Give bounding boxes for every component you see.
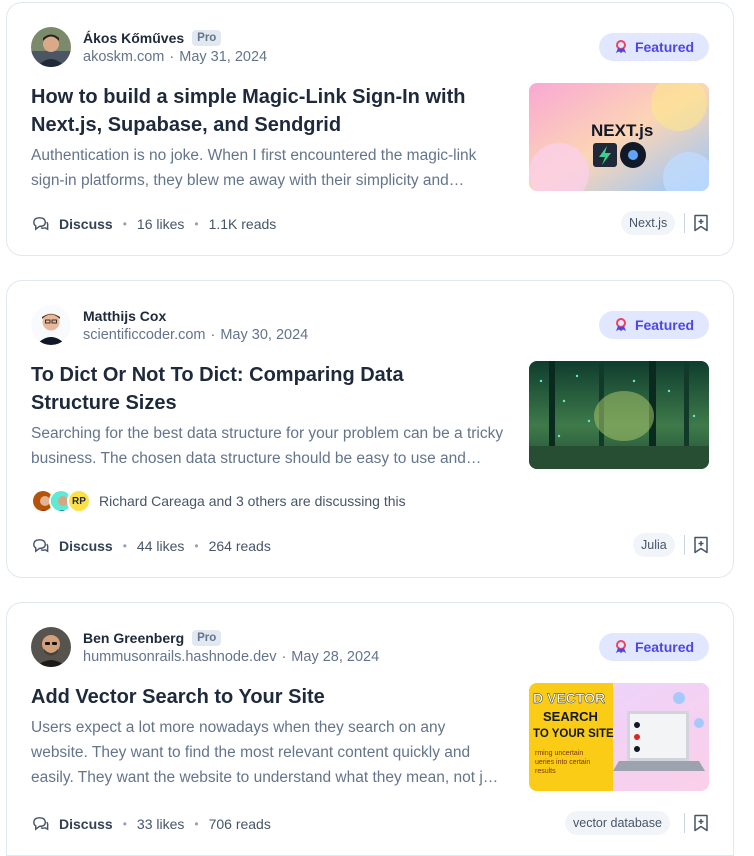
author-name[interactable]: Matthijs Cox bbox=[83, 308, 166, 324]
bookmark-icon[interactable] bbox=[693, 214, 709, 232]
svg-text:results: results bbox=[535, 768, 556, 775]
bookmark-icon[interactable] bbox=[693, 536, 709, 554]
meta-separator: • bbox=[122, 816, 127, 831]
post-card[interactable]: Matthijs Cox scientificcoder.com · May 3… bbox=[6, 280, 734, 578]
svg-text:rming uncertain: rming uncertain bbox=[535, 750, 583, 757]
meta-separator: • bbox=[194, 538, 199, 553]
blog-domain[interactable]: akoskm.com bbox=[83, 49, 164, 65]
discuss-button[interactable]: Discuss bbox=[59, 216, 113, 232]
svg-text:SEARCH: SEARCH bbox=[543, 709, 598, 724]
post-excerpt[interactable]: Searching for the best data structure fo… bbox=[31, 421, 506, 471]
post-card[interactable]: Ákos Kőműves Pro akoskm.com · May 31, 20… bbox=[6, 2, 734, 256]
reads-count: 264 reads bbox=[208, 537, 271, 554]
post-date: May 28, 2024 bbox=[291, 649, 380, 665]
post-cover-image[interactable]: D VECTOR SEARCH TO YOUR SITE rming uncer… bbox=[529, 683, 709, 791]
post-excerpt[interactable]: Authentication is no joke. When I first … bbox=[31, 143, 506, 193]
featured-icon bbox=[615, 640, 626, 653]
post-tag[interactable]: Julia bbox=[633, 533, 675, 557]
author-avatar[interactable] bbox=[31, 305, 71, 345]
meta-separator: • bbox=[194, 816, 199, 831]
discussing-text[interactable]: Richard Careaga and 3 others are discuss… bbox=[99, 493, 406, 509]
reads-count: 1.1K reads bbox=[208, 215, 277, 232]
featured-icon bbox=[615, 40, 626, 53]
likes-count[interactable]: 44 likes bbox=[137, 538, 184, 554]
likes-count[interactable]: 16 likes bbox=[137, 216, 184, 232]
svg-text:ueries into certain: ueries into certain bbox=[535, 759, 590, 766]
author-avatar[interactable] bbox=[31, 27, 71, 67]
featured-badge[interactable]: Featured bbox=[599, 33, 709, 61]
divider bbox=[684, 535, 685, 555]
discuss-icon bbox=[33, 817, 49, 831]
pro-badge: Pro bbox=[192, 630, 222, 646]
post-title[interactable]: To Dict Or Not To Dict: Comparing Data S… bbox=[31, 361, 491, 417]
svg-text:TO YOUR SITE: TO YOUR SITE bbox=[533, 728, 614, 740]
pro-badge: Pro bbox=[192, 30, 222, 46]
divider bbox=[684, 813, 685, 833]
discuss-icon bbox=[33, 217, 49, 231]
meta-separator: • bbox=[194, 216, 199, 231]
post-tag[interactable]: Next.js bbox=[621, 211, 676, 235]
discuss-icon bbox=[33, 539, 49, 553]
post-cover-image[interactable]: NEXT.js bbox=[529, 83, 709, 191]
likes-count[interactable]: 33 likes bbox=[137, 816, 184, 832]
discuss-button[interactable]: Discuss bbox=[59, 538, 113, 554]
meta-separator: · bbox=[210, 327, 216, 343]
post-title[interactable]: Add Vector Search to Your Site bbox=[31, 683, 491, 711]
featured-label: Featured bbox=[634, 317, 695, 333]
blog-domain[interactable]: scientificcoder.com bbox=[83, 327, 206, 343]
blog-domain[interactable]: hummusonrails.hashnode.dev bbox=[83, 649, 276, 665]
meta-separator: · bbox=[281, 649, 287, 665]
post-date: May 30, 2024 bbox=[220, 327, 309, 343]
discuss-button[interactable]: Discuss bbox=[59, 816, 113, 832]
bookmark-icon[interactable] bbox=[693, 814, 709, 832]
meta-separator: • bbox=[122, 216, 127, 231]
author-avatar[interactable] bbox=[31, 627, 71, 667]
post-cover-image[interactable] bbox=[529, 361, 709, 469]
featured-icon bbox=[615, 318, 626, 331]
post-card[interactable]: Ben Greenberg Pro hummusonrails.hashnode… bbox=[6, 602, 734, 856]
featured-label: Featured bbox=[634, 639, 695, 655]
featured-badge[interactable]: Featured bbox=[599, 633, 709, 661]
svg-text:D VECTOR: D VECTOR bbox=[533, 690, 605, 706]
divider bbox=[684, 213, 685, 233]
featured-badge[interactable]: Featured bbox=[599, 311, 709, 339]
post-date: May 31, 2024 bbox=[179, 49, 268, 65]
featured-label: Featured bbox=[634, 39, 695, 55]
thumb-text: NEXT.js bbox=[591, 121, 653, 140]
author-name[interactable]: Ben Greenberg bbox=[83, 630, 184, 646]
post-tag[interactable]: vector database bbox=[565, 811, 670, 835]
post-title[interactable]: How to build a simple Magic-Link Sign-In… bbox=[31, 83, 491, 139]
post-excerpt[interactable]: Users expect a lot more nowadays when th… bbox=[31, 715, 506, 790]
participant-initials-avatar: RP bbox=[67, 489, 91, 513]
reads-count: 706 reads bbox=[208, 815, 271, 832]
meta-separator: • bbox=[122, 538, 127, 553]
author-name[interactable]: Ákos Kőműves bbox=[83, 30, 184, 46]
discussion-participants[interactable]: RP Richard Careaga and 3 others are disc… bbox=[31, 489, 406, 513]
meta-separator: · bbox=[169, 49, 175, 65]
